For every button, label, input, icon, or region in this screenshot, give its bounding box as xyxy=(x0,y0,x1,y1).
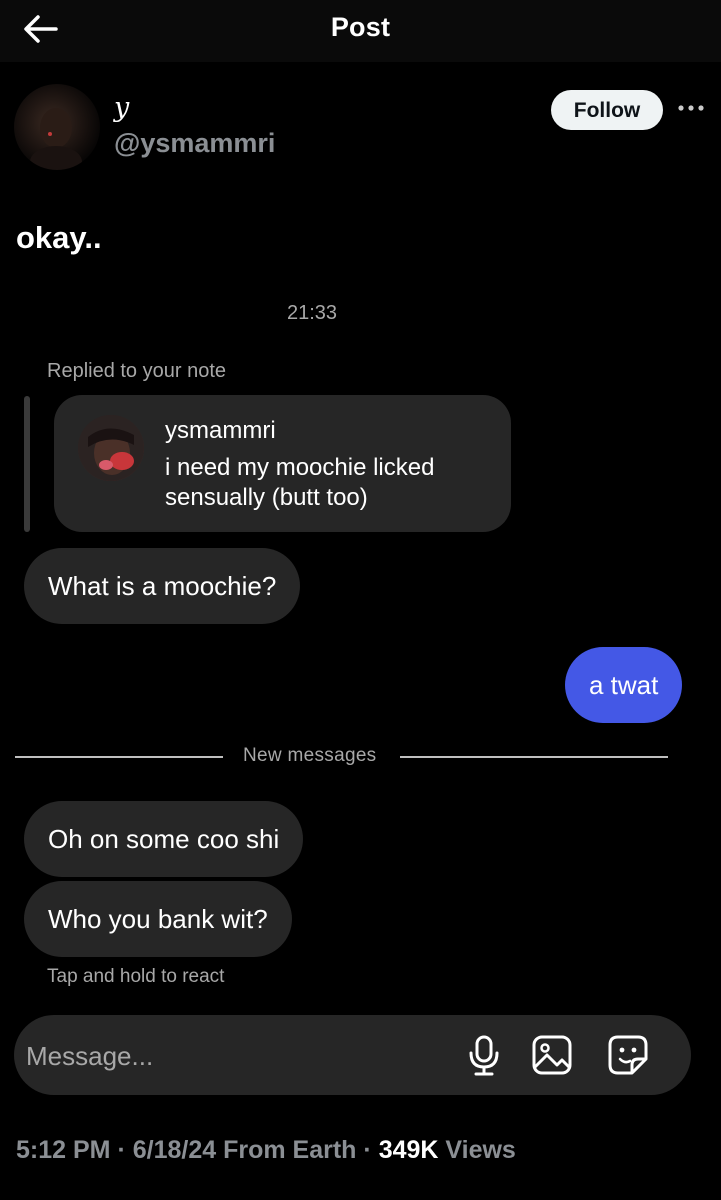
views-label: Views xyxy=(445,1136,516,1164)
message-text: What is a moochie? xyxy=(48,571,277,601)
post-source: From Earth xyxy=(223,1136,357,1164)
note-avatar xyxy=(78,415,144,481)
tweet-text: okay.. xyxy=(16,220,102,255)
message-bubble[interactable]: Oh on some coo shi xyxy=(24,801,304,877)
message-timestamp: 21:33 xyxy=(286,302,338,324)
my-message-bubble[interactable]: a twat xyxy=(565,647,683,723)
post-date: 6/18/24 xyxy=(132,1136,217,1164)
author-handle[interactable]: @ysmammri xyxy=(114,128,275,159)
post-metadata: 5:12 PM · 6/18/24 From Earth · 349K View… xyxy=(16,1136,516,1165)
replied-label: Replied to your note xyxy=(47,360,227,382)
sticker-icon xyxy=(608,1035,648,1075)
post-time: 5:12 PM xyxy=(16,1136,111,1164)
message-text: Who you bank wit? xyxy=(48,904,268,934)
message-bubble[interactable]: What is a moochie? xyxy=(24,548,301,624)
gallery-button[interactable] xyxy=(530,1033,574,1077)
new-messages-divider: New messages xyxy=(243,745,377,766)
page-title: Post xyxy=(330,12,391,42)
microphone-icon xyxy=(469,1035,499,1076)
replied-note-card[interactable]: ysmammri i need my moochie licked sensua… xyxy=(54,395,511,532)
message-composer xyxy=(14,1015,691,1097)
top-bar: Post xyxy=(0,0,721,62)
message-bubble[interactable]: Who you bank wit? xyxy=(24,881,292,957)
separator-dot: · xyxy=(117,1136,126,1164)
note-text: i need my moochie licked sensually (butt… xyxy=(165,454,435,511)
note-username: ysmammri xyxy=(165,417,276,444)
reply-indicator-bar xyxy=(24,396,30,532)
divider-line-right xyxy=(400,756,668,758)
author-avatar[interactable] xyxy=(14,84,100,170)
separator-dot: · xyxy=(363,1136,372,1164)
message-input[interactable] xyxy=(24,1015,448,1097)
sticker-button[interactable] xyxy=(606,1033,650,1077)
react-hint: Tap and hold to react xyxy=(47,966,225,987)
image-icon xyxy=(532,1035,572,1075)
avatar-image xyxy=(30,108,82,170)
message-text: a twat xyxy=(589,670,659,700)
follow-button[interactable]: Follow xyxy=(551,90,663,130)
more-horizontal-icon xyxy=(678,105,704,111)
divider-line-left xyxy=(15,756,223,758)
author-display-name[interactable]: y xyxy=(114,92,129,123)
voice-button[interactable] xyxy=(462,1033,506,1077)
message-text: Oh on some coo shi xyxy=(48,824,280,854)
more-button[interactable] xyxy=(676,98,706,118)
views-count[interactable]: 349K xyxy=(379,1136,439,1164)
